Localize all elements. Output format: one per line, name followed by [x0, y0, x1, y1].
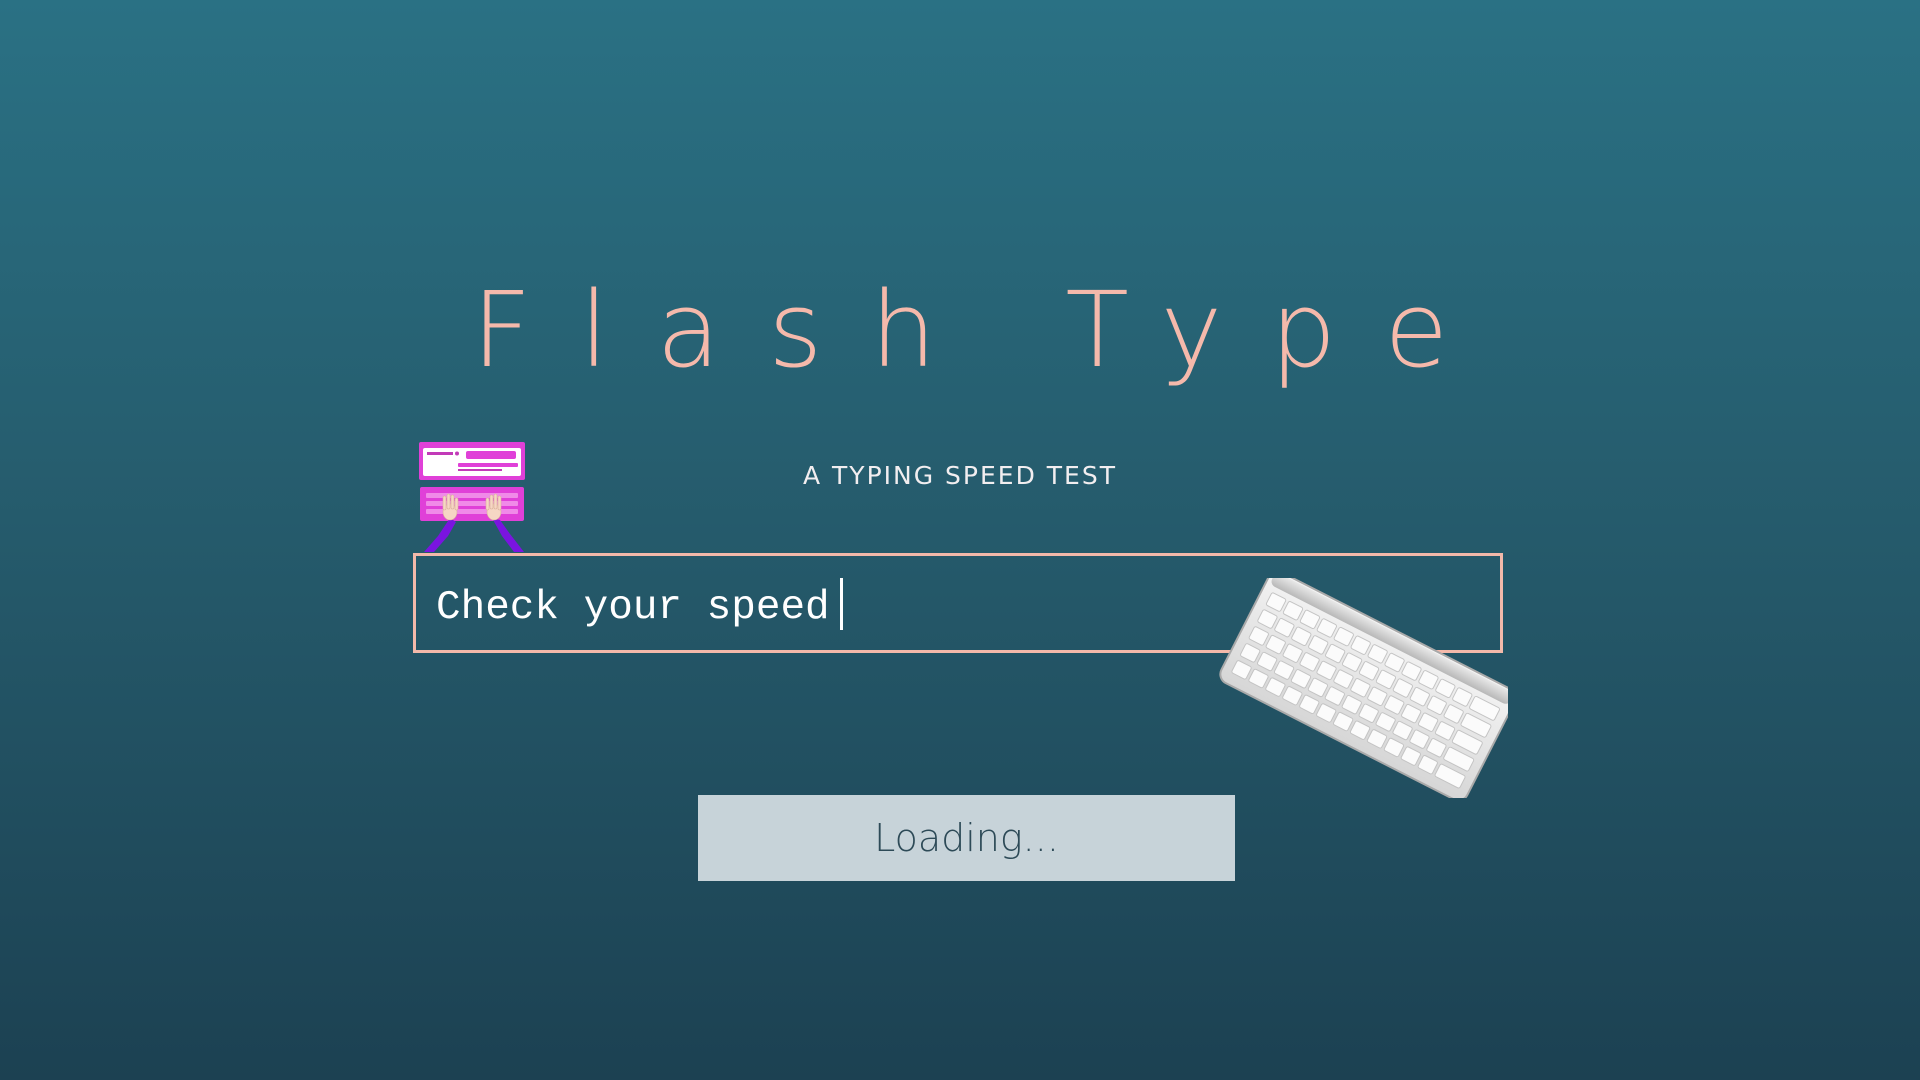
keyboard-icon — [1219, 578, 1508, 798]
laptop-typing-hands-icon — [419, 442, 525, 552]
app-subtitle: A typing speed test — [802, 461, 1117, 490]
loading-button[interactable]: Loading... — [698, 795, 1235, 881]
typing-prompt-text: Check your speed — [436, 578, 843, 635]
app-title: Flash Type — [471, 269, 1497, 391]
text-caret — [839, 578, 843, 630]
typing-prompt-label: Check your speed — [436, 585, 830, 631]
